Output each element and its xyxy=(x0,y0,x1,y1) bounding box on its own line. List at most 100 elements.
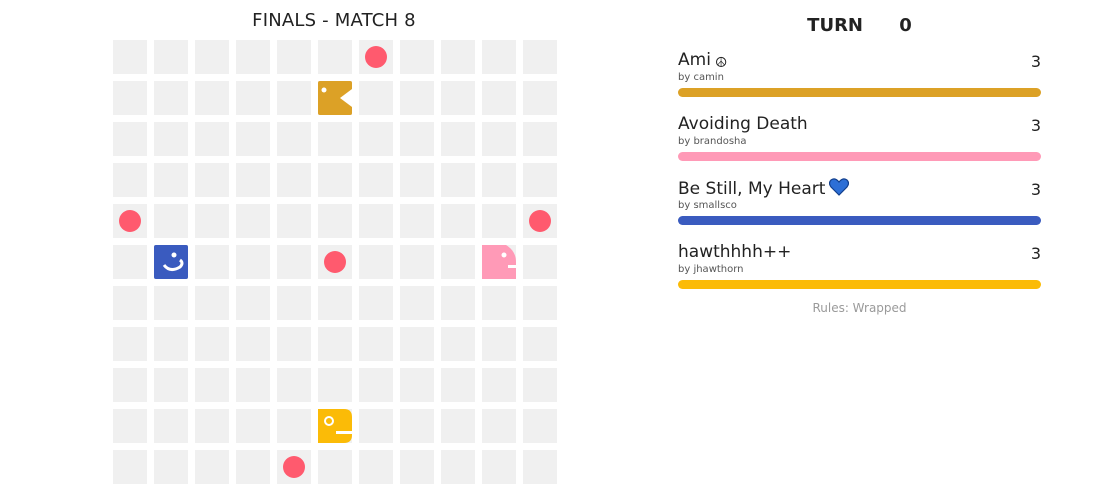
board-cell xyxy=(523,368,557,402)
board-cell xyxy=(359,450,393,484)
board-cell xyxy=(523,450,557,484)
board-cell xyxy=(113,286,147,320)
board-cell xyxy=(113,368,147,402)
board-cell xyxy=(441,286,475,320)
board-cell xyxy=(318,368,352,402)
board-cell xyxy=(318,450,352,484)
board-cell xyxy=(195,122,229,156)
board-cell xyxy=(441,409,475,443)
board-cell xyxy=(523,81,557,115)
player-length: 3 xyxy=(1030,116,1041,135)
player-author: by brandosha xyxy=(678,136,747,147)
board-cell xyxy=(523,245,557,279)
player-name-text: Be Still, My Heart xyxy=(678,179,826,199)
board-cell xyxy=(195,163,229,197)
player-row: Avoiding Death by brandosha 3 xyxy=(678,114,1041,178)
board-cell xyxy=(236,204,270,238)
board-cell xyxy=(400,81,434,115)
board-cell xyxy=(318,286,352,320)
board-cell xyxy=(482,122,516,156)
board-cell xyxy=(441,81,475,115)
board-cell xyxy=(400,327,434,361)
board-cell xyxy=(277,204,311,238)
board-cell xyxy=(236,81,270,115)
board-cell xyxy=(482,163,516,197)
board-cell xyxy=(400,204,434,238)
board-cell xyxy=(359,204,393,238)
board-cell xyxy=(400,286,434,320)
board-cell xyxy=(154,163,188,197)
board-cell xyxy=(441,368,475,402)
board-cell xyxy=(154,327,188,361)
board-cell xyxy=(441,163,475,197)
board-cell xyxy=(441,122,475,156)
board-cell xyxy=(236,368,270,402)
player-length: 3 xyxy=(1030,180,1041,199)
board-cell xyxy=(236,286,270,320)
board-cell xyxy=(523,327,557,361)
board-cell xyxy=(482,81,516,115)
player-name: hawthhhh++ xyxy=(678,242,791,262)
board-cell xyxy=(482,450,516,484)
board-cell xyxy=(113,245,147,279)
board-cell xyxy=(400,40,434,74)
board-cell xyxy=(154,204,188,238)
food-pellet xyxy=(324,251,346,273)
board-cell xyxy=(482,368,516,402)
board-cell xyxy=(277,40,311,74)
board-cell xyxy=(195,368,229,402)
player-name-text: hawthhhh++ xyxy=(678,242,792,262)
player-row: Ami ☮ by camin 3 xyxy=(678,50,1041,114)
player-health-bar xyxy=(678,152,1041,161)
board-cell xyxy=(113,409,147,443)
board-cell xyxy=(441,40,475,74)
snake-head xyxy=(318,81,352,115)
board-cell xyxy=(113,122,147,156)
board-cell xyxy=(523,286,557,320)
board-cell xyxy=(441,327,475,361)
board-cell xyxy=(482,327,516,361)
board-cell xyxy=(523,40,557,74)
board-cell xyxy=(236,245,270,279)
board-cell xyxy=(154,40,188,74)
turn-counter: TURN 0 xyxy=(678,15,1041,36)
board-cell xyxy=(523,163,557,197)
snake-head xyxy=(482,245,516,279)
board-cell xyxy=(195,204,229,238)
board-cell xyxy=(441,245,475,279)
board-cell xyxy=(359,122,393,156)
player-author: by camin xyxy=(678,72,724,83)
turn-label: TURN xyxy=(807,15,863,36)
player-health-bar xyxy=(678,280,1041,289)
board-cell xyxy=(154,368,188,402)
board-cell xyxy=(482,40,516,74)
board-cell xyxy=(154,286,188,320)
player-health-bar xyxy=(678,88,1041,97)
board-cell xyxy=(236,122,270,156)
board-cell xyxy=(236,40,270,74)
board-cell xyxy=(277,327,311,361)
food-pellet xyxy=(365,46,387,68)
board-cell xyxy=(318,163,352,197)
rules-label: Rules: Wrapped xyxy=(812,301,907,315)
board-cell xyxy=(113,327,147,361)
scoreboard: Ami ☮ by camin 3 Avoiding Death by brandosha 3… xyxy=(678,50,1041,306)
board-cell xyxy=(195,450,229,484)
player-name: Avoiding Death xyxy=(678,114,808,134)
player-row: Be Still, My Heart by smallsco 3 xyxy=(678,178,1041,242)
blue-heart-icon xyxy=(829,178,850,201)
game-board xyxy=(113,40,557,484)
board-cell xyxy=(236,409,270,443)
board-cell xyxy=(195,286,229,320)
board-cell xyxy=(359,81,393,115)
board-cell xyxy=(236,327,270,361)
board-cell xyxy=(400,450,434,484)
player-length: 3 xyxy=(1030,52,1041,71)
board-cell xyxy=(359,327,393,361)
board-cell xyxy=(195,327,229,361)
board-cell xyxy=(318,122,352,156)
board-cell xyxy=(195,409,229,443)
board-cell xyxy=(359,163,393,197)
player-name: Be Still, My Heart xyxy=(678,178,850,201)
board-cell xyxy=(400,409,434,443)
